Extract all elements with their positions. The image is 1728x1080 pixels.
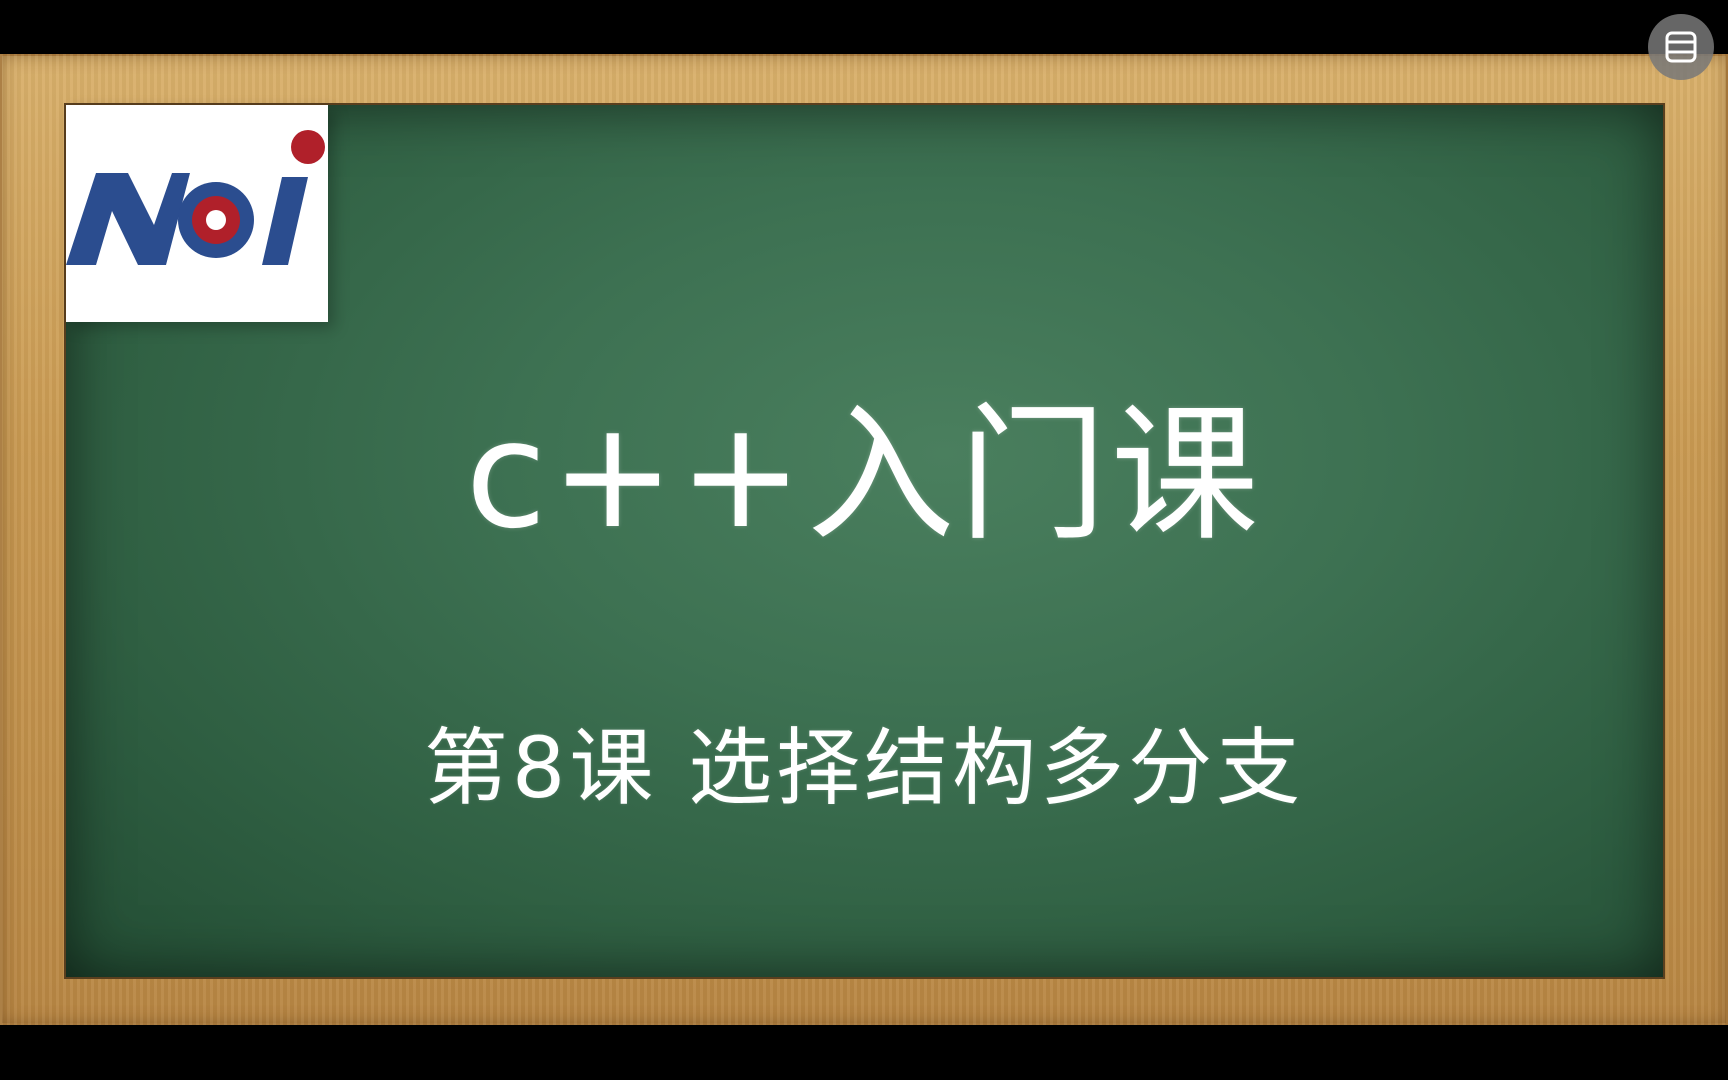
course-title: c++入门课 <box>465 389 1263 561</box>
lesson-subtitle: 第8课 选择结构多分支 <box>423 719 1305 817</box>
video-screen: c++入门课 第8课 选择结构多分支 <box>0 0 1728 1080</box>
noi-logo-graphic <box>66 130 325 265</box>
noi-logo <box>66 105 328 322</box>
layout-toggle-button[interactable] <box>1648 14 1714 80</box>
window-layout-icon <box>1665 31 1697 63</box>
